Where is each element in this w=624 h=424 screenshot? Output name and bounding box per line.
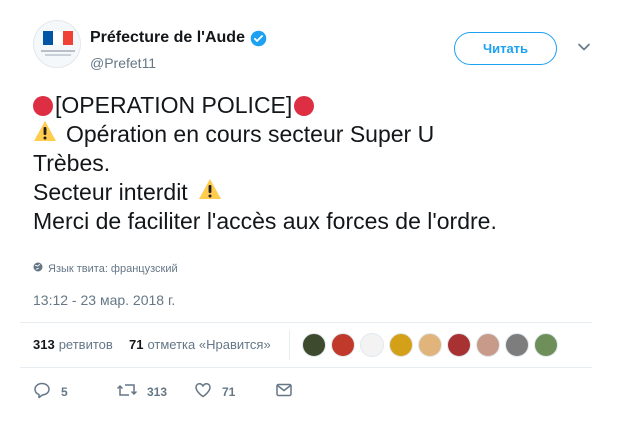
tweet-header: Préfecture de l'Aude @Prefet11 Читать	[33, 20, 603, 76]
tweet-text: [OPERATION POLICE] Opération en cours se…	[33, 91, 603, 236]
red-circle-icon	[33, 95, 53, 116]
tweet-line-1: [OPERATION POLICE]	[55, 92, 293, 118]
tweet-line-4: Secteur interdit	[33, 179, 188, 205]
tweet-line-3: Trèbes.	[33, 150, 111, 176]
liker-avatar[interactable]	[534, 333, 558, 357]
follow-button[interactable]: Читать	[454, 32, 557, 65]
red-circle-icon	[294, 95, 315, 116]
likes-stat[interactable]: 71 отметка «Нравится»	[129, 337, 271, 352]
tweet-timestamp[interactable]: 13:12 - 23 мар. 2018 г.	[33, 292, 175, 308]
verified-badge-icon	[250, 30, 267, 47]
chevron-down-icon[interactable]	[577, 40, 591, 54]
language-label[interactable]: Язык твита: французский	[48, 263, 178, 275]
retweet-count: 313	[147, 384, 168, 399]
reply-action[interactable]: 5	[33, 381, 68, 402]
liker-avatar[interactable]	[505, 333, 529, 357]
retweets-stat[interactable]: 313 ретвитов	[33, 337, 113, 352]
direct-message-action[interactable]	[275, 381, 293, 402]
retweets-count: 313	[33, 337, 55, 352]
likes-count: 71	[129, 337, 144, 352]
reply-count: 5	[61, 384, 68, 399]
tweet-line-2: Opération en cours secteur Super U	[66, 121, 435, 147]
globe-icon	[33, 262, 43, 275]
warning-icon	[33, 120, 57, 149]
heart-icon[interactable]	[194, 381, 212, 402]
like-action[interactable]: 71	[194, 381, 235, 402]
tweet-stats: 313 ретвитов 71 отметка «Нравится»	[20, 322, 592, 368]
liker-avatar[interactable]	[302, 333, 326, 357]
avatar[interactable]	[33, 20, 81, 68]
warning-icon	[198, 178, 222, 207]
stats-divider	[289, 330, 290, 360]
tweet-line-5: Merci de faciliter l'accès aux forces de…	[33, 208, 497, 234]
reply-icon[interactable]	[33, 381, 51, 402]
prefecture-logo-icon	[43, 31, 73, 45]
display-name[interactable]: Préfecture de l'Aude	[90, 29, 245, 47]
liker-avatars	[302, 333, 558, 357]
liker-avatar[interactable]	[447, 333, 471, 357]
liker-avatar[interactable]	[476, 333, 500, 357]
liker-avatar[interactable]	[360, 333, 384, 357]
likes-label: отметка «Нравится»	[147, 337, 271, 352]
retweet-icon[interactable]	[116, 381, 138, 402]
retweets-label: ретвитов	[58, 337, 113, 352]
like-count: 71	[222, 384, 236, 399]
language-note: Язык твита: французский	[33, 262, 178, 275]
liker-avatar[interactable]	[331, 333, 355, 357]
liker-avatar[interactable]	[389, 333, 413, 357]
account-handle[interactable]: @Prefet11	[90, 55, 156, 71]
envelope-icon[interactable]	[275, 381, 293, 402]
liker-avatar[interactable]	[418, 333, 442, 357]
tweet-actions: 5 313 71	[33, 381, 433, 405]
retweet-action[interactable]: 313	[116, 381, 168, 402]
